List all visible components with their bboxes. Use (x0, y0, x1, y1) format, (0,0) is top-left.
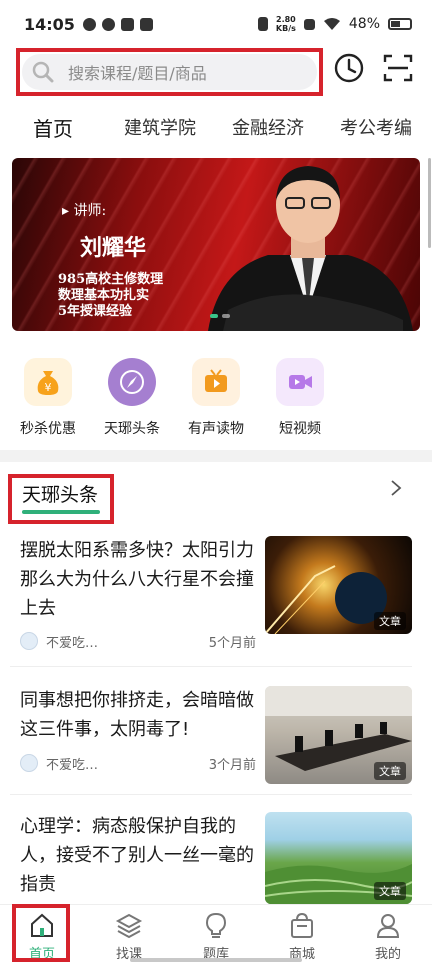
nav-highlight-box (12, 904, 70, 962)
battery-icon (388, 18, 412, 30)
quick-link-flash-sale[interactable]: ¥ 秒杀优惠 (8, 358, 88, 438)
tab-finance[interactable]: 金融经济 (232, 114, 304, 140)
banner-dot (222, 314, 230, 318)
nav-store[interactable]: 商城 (272, 905, 332, 964)
scan-icon[interactable] (382, 52, 414, 84)
article-time: 5个月前 (208, 636, 256, 651)
scrollbar[interactable] (428, 158, 431, 248)
article-time: 3个月前 (208, 758, 256, 773)
search-icon (32, 61, 54, 83)
status-right: 2.80 KB/s 48% (257, 15, 412, 33)
money-bag-glyph: ¥ (37, 371, 59, 395)
quick-link-label: 有声读物 (188, 421, 244, 437)
quick-link-label: 短视频 (279, 421, 321, 437)
compass-icon (108, 358, 156, 406)
tv-play-icon (192, 358, 240, 406)
article-meta: 不爱吃… 3个月前 (20, 753, 256, 773)
article-author: 不爱吃… (46, 758, 99, 773)
chevron-right-icon[interactable] (386, 478, 406, 498)
app-notification-icon (82, 17, 96, 31)
banner-pagination (210, 314, 230, 318)
tv-play-glyph (205, 369, 227, 392)
banner-line: 5年授课经验 (58, 304, 133, 319)
author-avatar (20, 754, 38, 772)
banner-tag-text: 讲师: (73, 203, 107, 219)
lecturer-photo (208, 166, 413, 331)
battery-percent: 48% (348, 16, 380, 32)
video-camera-glyph (289, 375, 312, 389)
quick-link-audiobooks[interactable]: 有声读物 (176, 358, 256, 438)
article-meta: 不爱吃… 5个月前 (20, 631, 256, 651)
article-type-badge: 文章 (374, 882, 406, 900)
quick-link-label: 天琊头条 (104, 421, 160, 437)
nav-label: 我的 (374, 947, 401, 962)
nav-find-course[interactable]: 找课 (99, 905, 159, 964)
banner-dot-active (210, 314, 218, 318)
divider (10, 794, 412, 795)
article-thumbnail: 文章 (265, 686, 412, 784)
article-item[interactable]: 同事想把你排挤走，会暗暗做这三件事，太阴毒了! 不爱吃… 3个月前 文章 (20, 686, 412, 784)
article-item[interactable]: 摆脱太阳系需多快？太阳引力那么大为什么八大行星不会撞上去 不爱吃… 5个月前 文… (20, 536, 412, 656)
network-speed: 2.80 KB/s (276, 15, 296, 33)
banner-tag: ▸ 讲师: (62, 203, 107, 219)
article-title: 心理学：病态般保护自我的人，接受不了别人一丝一毫的指责 (20, 816, 254, 895)
notification-icons (82, 17, 153, 31)
tab-architecture[interactable]: 建筑学院 (124, 114, 196, 140)
money-bag-icon: ¥ (24, 358, 72, 406)
quick-link-short-video[interactable]: 短视频 (260, 358, 340, 438)
app-notification-icon (101, 17, 115, 31)
category-tabs: 首页 建筑学院 金融经济 考公考编 (0, 106, 432, 144)
banner-lecturer-name: 刘耀华 (80, 235, 147, 261)
tab-civil-exam[interactable]: 考公考编 (340, 114, 412, 140)
status-bar: 14:05 2.80 KB/s 48% (0, 0, 432, 48)
nav-profile[interactable]: 我的 (358, 905, 418, 964)
article-author: 不爱吃… (46, 636, 99, 651)
article-title: 摆脱太阳系需多快？太阳引力那么大为什么八大行星不会撞上去 (20, 540, 254, 619)
search-row: 搜索课程/题目/商品 (0, 48, 432, 100)
headlines-highlight-box (8, 474, 114, 524)
compass-glyph (120, 370, 144, 394)
layers-icon (115, 913, 143, 939)
history-clock-icon[interactable] (333, 52, 365, 84)
section-separator (0, 450, 432, 462)
article-type-badge: 文章 (374, 762, 406, 780)
search-input[interactable]: 搜索课程/题目/商品 (22, 54, 317, 90)
status-time: 14:05 (24, 14, 75, 34)
home-indicator[interactable] (130, 958, 302, 962)
lightbulb-icon (205, 912, 227, 938)
net-speed-value: 2.80 (276, 15, 296, 24)
quick-link-label: 秒杀优惠 (20, 421, 76, 437)
article-thumbnail: 文章 (265, 536, 412, 634)
article-item[interactable]: 心理学：病态般保护自我的人，接受不了别人一丝一毫的指责 文章 (20, 812, 412, 904)
crown-icon (120, 17, 134, 31)
nav-question-bank[interactable]: 题库 (186, 905, 246, 964)
quick-link-headlines[interactable]: 天琊头条 (92, 358, 172, 438)
search-placeholder: 搜索课程/题目/商品 (68, 64, 207, 83)
article-type-badge: 文章 (374, 612, 406, 630)
sim-off-icon (303, 18, 315, 30)
svg-text:¥: ¥ (45, 381, 52, 394)
vibrate-icon (257, 17, 268, 31)
wifi-icon (323, 18, 340, 30)
tab-home[interactable]: 首页 (33, 113, 73, 142)
app-notification-icon (139, 17, 153, 31)
article-thumbnail: 文章 (265, 812, 412, 904)
shopping-bag-icon (291, 912, 313, 938)
article-title: 同事想把你排挤走，会暗暗做这三件事，太阴毒了! (20, 690, 254, 740)
promo-banner[interactable]: ▸ 讲师: 刘耀华 985高校主修数理 数理基本功扎实 5年授课经验 (12, 158, 420, 331)
video-camera-icon (276, 358, 324, 406)
author-avatar (20, 632, 38, 650)
divider (10, 666, 412, 667)
user-icon (376, 914, 400, 938)
net-speed-unit: KB/s (275, 24, 296, 33)
